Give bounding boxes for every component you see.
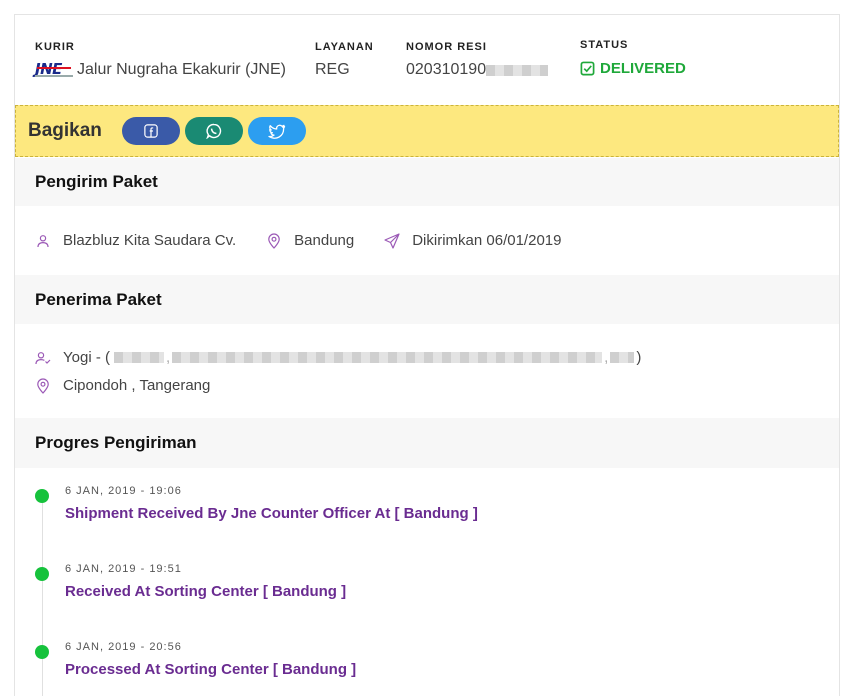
status-dot <box>35 567 49 581</box>
resi-value: 020310190 <box>406 61 487 78</box>
location-pin-icon <box>266 232 282 249</box>
check-square-icon <box>580 61 595 76</box>
receiver-location-row: Cipondoh , Tangerang <box>35 377 210 394</box>
whatsapp-icon <box>206 123 222 139</box>
facebook-icon <box>144 124 158 138</box>
twitter-icon <box>268 124 286 139</box>
timeline-desc: Processed At Sorting Center [ Bandung ] <box>65 661 357 678</box>
twitter-share-button[interactable] <box>247 117 306 145</box>
resi-value-row: 020310190 <box>406 61 549 79</box>
sender-name-group: Blazbluz Kita Saudara Cv. <box>35 232 236 249</box>
progress-section-title: Progres Pengiriman <box>15 418 839 468</box>
sender-date-group: Dikirimkan 06/01/2019 <box>384 232 561 249</box>
redacted-receiver-3 <box>610 352 635 363</box>
layanan-label: LAYANAN <box>315 41 374 53</box>
tracking-card: KURIR JNE Jalur Nugraha Ekakurir (JNE) L… <box>14 14 840 696</box>
share-title: Bagikan <box>28 120 102 141</box>
status-dot <box>35 489 49 503</box>
resi-column: NOMOR RESI 020310190 <box>406 41 549 79</box>
receiver-name-row: Yogi - ( , , ) <box>35 349 641 366</box>
jne-logo: JNE <box>35 61 73 79</box>
sent-date: Dikirimkan 06/01/2019 <box>412 232 562 249</box>
sender-name: Blazbluz Kita Saudara Cv. <box>63 232 237 249</box>
timeline-desc: Received At Sorting Center [ Bandung ] <box>65 583 347 600</box>
sender-city: Bandung <box>294 232 355 249</box>
resi-label: NOMOR RESI <box>406 41 487 53</box>
timeline-time: 6 JAN, 2019 - 19:06 <box>65 485 182 497</box>
shipment-info: KURIR JNE Jalur Nugraha Ekakurir (JNE) L… <box>15 15 839 105</box>
redacted-receiver-1 <box>113 352 164 363</box>
status-label: STATUS <box>580 39 629 51</box>
sender-section-title: Pengirim Paket <box>15 158 839 206</box>
redacted-receiver-2 <box>172 352 603 363</box>
receiver-name: Yogi - ( <box>63 349 110 366</box>
receiver-location: Cipondoh , Tangerang <box>63 377 211 394</box>
sender-city-group: Bandung <box>266 232 354 249</box>
receiver-name-suffix: ) <box>636 349 642 366</box>
status-dot <box>35 645 49 659</box>
share-bar: Bagikan <box>15 105 839 157</box>
paper-plane-icon <box>384 232 400 249</box>
redacted-resi <box>486 64 549 76</box>
person-check-icon <box>35 350 51 366</box>
status-column: STATUS DELIVERED <box>580 39 686 77</box>
status-badge: DELIVERED <box>580 60 686 77</box>
kurir-column: KURIR JNE Jalur Nugraha Ekakurir (JNE) <box>35 41 286 79</box>
location-pin-icon <box>35 377 51 394</box>
facebook-share-button[interactable] <box>121 117 180 145</box>
receiver-section-title: Penerima Paket <box>15 275 839 324</box>
kurir-value-row: JNE Jalur Nugraha Ekakurir (JNE) <box>35 61 286 79</box>
timeline-desc: Shipment Received By Jne Counter Officer… <box>65 505 478 522</box>
status-value: DELIVERED <box>600 60 686 77</box>
whatsapp-share-button[interactable] <box>184 117 243 145</box>
person-icon <box>35 233 51 249</box>
kurir-label: KURIR <box>35 41 75 53</box>
layanan-column: LAYANAN REG <box>315 41 374 79</box>
timeline-time: 6 JAN, 2019 - 19:51 <box>65 563 182 575</box>
kurir-value: Jalur Nugraha Ekakurir (JNE) <box>77 61 286 78</box>
timeline-line <box>42 495 43 696</box>
sender-details: Blazbluz Kita Saudara Cv. Bandung Dikiri… <box>35 232 591 249</box>
layanan-value: REG <box>315 61 350 78</box>
timeline-time: 6 JAN, 2019 - 20:56 <box>65 641 182 653</box>
